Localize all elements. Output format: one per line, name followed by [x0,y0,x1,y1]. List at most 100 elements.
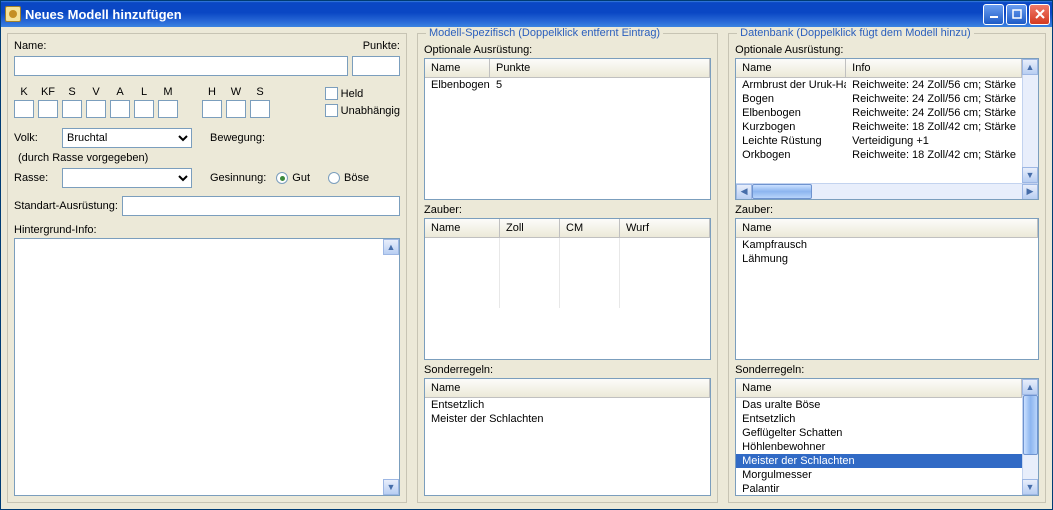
model-specific-legend: Modell-Spezifisch (Doppelklick entfernt … [426,27,663,39]
col-name: Name [425,219,500,237]
col-name: Name [425,379,710,397]
vertical-scrollbar[interactable]: ▲ ▼ [1022,59,1038,183]
gut-radio[interactable]: Gut [276,172,310,184]
stat-input-h[interactable] [202,100,222,118]
rasse-select[interactable] [62,168,192,188]
list-item[interactable]: Das uralte Böse [736,398,1022,412]
list-item[interactable]: Entsetzlich [736,412,1022,426]
list-item[interactable]: Entsetzlich [425,398,710,412]
col-name: Name [736,219,1038,237]
mid-sonder-list[interactable]: Name EntsetzlichMeister der Schlachten [424,378,711,496]
mid-optional-list[interactable]: Name Punkte Elbenbogen5 [424,58,711,200]
scroll-left-button[interactable]: ◀ [736,184,752,200]
maximize-button[interactable] [1006,4,1027,25]
stat-label: S [68,86,75,98]
bewegung-note: (durch Rasse vorgegeben) [18,152,148,164]
stat-h: H [202,86,222,118]
stat-kf: KF [38,86,58,118]
col-name: Name [736,59,846,77]
scroll-up-button[interactable]: ▲ [1022,59,1038,75]
database-panel: Datenbank (Doppelklick fügt dem Modell h… [728,33,1046,503]
scroll-right-button[interactable]: ▶ [1022,184,1038,200]
stat-input-a[interactable] [110,100,130,118]
list-item[interactable]: Lähmung [736,252,1038,266]
stat-input-k[interactable] [14,100,34,118]
stat-input-s[interactable] [62,100,82,118]
stat-input-l[interactable] [134,100,154,118]
stat-input-w[interactable] [226,100,246,118]
db-optional-list[interactable]: Name Info Armbrust der Uruk-HaiReichweit… [735,58,1039,200]
app-icon [5,6,21,22]
stat-l: L [134,86,154,118]
horizontal-scrollbar[interactable]: ◀ ▶ [736,183,1038,199]
hintergrund-info-textarea[interactable]: ▲ ▼ [14,238,400,496]
list-item[interactable]: Höhlenbewohner [736,440,1022,454]
bewegung-label: Bewegung: [210,132,265,144]
stat-input-kf[interactable] [38,100,58,118]
stat-input-v[interactable] [86,100,106,118]
close-button[interactable] [1029,4,1050,25]
vertical-scrollbar[interactable]: ▲ ▼ [1022,379,1038,495]
boese-label: Böse [344,172,369,184]
points-label: Punkte: [363,40,400,52]
radio-dot-icon [276,172,288,184]
unabhaengig-label: Unabhängig [341,105,400,117]
gesinnung-label: Gesinnung: [210,172,266,184]
standart-ausruestung-label: Standart-Ausrüstung: [14,200,118,212]
stat-a: A [110,86,130,118]
checkbox-box-icon [325,87,338,100]
list-item[interactable]: Palantir [736,482,1022,496]
list-item[interactable]: BogenReichweite: 24 Zoll/56 cm; Stärke [736,92,1022,106]
list-item[interactable]: ElbenbogenReichweite: 24 Zoll/56 cm; Stä… [736,106,1022,120]
scroll-up-button[interactable]: ▲ [383,239,399,255]
list-item[interactable]: KurzbogenReichweite: 18 Zoll/42 cm; Stär… [736,120,1022,134]
radio-dot-icon [328,172,340,184]
volk-label: Volk: [14,132,58,144]
col-zoll: Zoll [500,219,560,237]
window-title: Neues Modell hinzufügen [25,7,981,22]
volk-select[interactable]: Bruchtal [62,128,192,148]
scroll-thumb[interactable] [752,184,812,199]
mid-sonder-label: Sonderregeln: [424,364,711,376]
stat-input-s[interactable] [250,100,270,118]
stat-label: M [163,86,172,98]
held-checkbox[interactable]: Held [325,87,400,100]
db-sonder-list[interactable]: Name Das uralte BöseEntsetzlichGeflügelt… [735,378,1039,496]
db-zauber-list[interactable]: Name KampfrauschLähmung [735,218,1039,360]
list-item[interactable]: Kampfrausch [736,238,1038,252]
scroll-down-button[interactable]: ▼ [1022,167,1038,183]
scroll-down-button[interactable]: ▼ [383,479,399,495]
list-item[interactable]: Meister der Schlachten [736,454,1022,468]
list-item[interactable]: Elbenbogen5 [425,78,710,92]
list-item[interactable]: OrkbogenReichweite: 18 Zoll/42 cm; Stärk… [736,148,1022,162]
list-item[interactable]: Meister der Schlachten [425,412,710,426]
standart-ausruestung-input[interactable] [122,196,400,216]
unabhaengig-checkbox[interactable]: Unabhängig [325,104,400,117]
boese-radio[interactable]: Böse [328,172,369,184]
list-item[interactable]: Armbrust der Uruk-HaiReichweite: 24 Zoll… [736,78,1022,92]
scroll-down-button[interactable]: ▼ [1022,479,1038,495]
checkbox-box-icon [325,104,338,117]
col-wurf: Wurf [620,219,710,237]
stat-input-m[interactable] [158,100,178,118]
mid-zauber-list[interactable]: Name Zoll CM Wurf [424,218,711,360]
gut-label: Gut [292,172,310,184]
db-sonder-label: Sonderregeln: [735,364,1039,376]
minimize-button[interactable] [983,4,1004,25]
col-name: Name [425,59,490,77]
col-punkte: Punkte [490,59,710,77]
col-info: Info [846,59,1022,77]
list-item[interactable]: Geflügelter Schatten [736,426,1022,440]
scroll-thumb[interactable] [1023,395,1038,455]
stat-label: V [92,86,99,98]
window: Neues Modell hinzufügen Name: Punkte: KK… [0,0,1053,510]
scroll-up-button[interactable]: ▲ [1022,379,1038,395]
stat-label: L [141,86,147,98]
list-item[interactable]: Leichte RüstungVerteidigung +1 [736,134,1022,148]
list-item[interactable]: Morgulmesser [736,468,1022,482]
database-legend: Datenbank (Doppelklick fügt dem Modell h… [737,27,974,39]
points-input[interactable] [352,56,400,76]
held-label: Held [341,88,364,100]
name-input[interactable] [14,56,348,76]
stat-s: S [62,86,82,118]
